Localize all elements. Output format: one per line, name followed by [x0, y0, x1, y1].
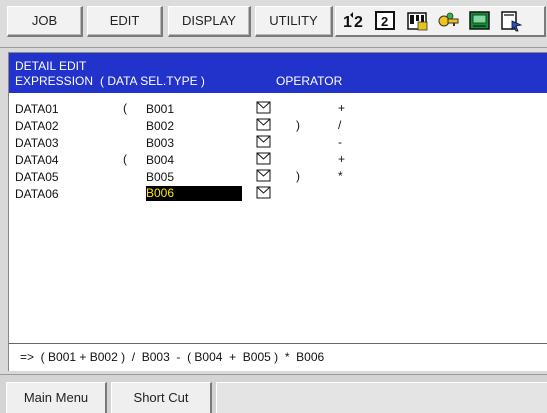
data-sel-type-column-header: ( DATA SEL.TYPE ): [100, 74, 205, 88]
open-paren[interactable]: (: [123, 152, 127, 166]
row-name: DATA01: [15, 102, 59, 116]
data-row-02[interactable]: DATA02 B002 ) /: [9, 117, 547, 134]
status-icon-group: 1 2 2: [335, 6, 546, 37]
sel-type-envelope-icon[interactable]: [256, 118, 271, 131]
close-paren[interactable]: ): [296, 118, 300, 132]
main-menu-button[interactable]: Main Menu: [6, 382, 107, 413]
sel-type-envelope-icon[interactable]: [256, 101, 271, 114]
sel-type-envelope-icon[interactable]: [256, 135, 271, 148]
edit-menu-button[interactable]: EDIT: [87, 6, 163, 37]
memory-card-icon[interactable]: [406, 10, 430, 32]
sel-type-envelope-icon[interactable]: [256, 152, 271, 165]
operator[interactable]: -: [338, 135, 342, 149]
svg-text:2: 2: [381, 14, 388, 29]
open-paren[interactable]: (: [123, 101, 127, 115]
operator[interactable]: +: [338, 152, 345, 166]
utility-menu-button[interactable]: UTILITY: [255, 6, 333, 37]
operator-column-header: OPERATOR: [276, 74, 343, 88]
data-value[interactable]: B001: [146, 102, 174, 116]
data-row-04[interactable]: DATA04 ( B004 +: [9, 151, 547, 168]
job-menu-button[interactable]: JOB: [7, 6, 83, 37]
row-name: DATA06: [15, 187, 59, 201]
row-name: DATA04: [15, 153, 59, 167]
sel-type-envelope-icon[interactable]: [256, 186, 271, 199]
display-screen-icon[interactable]: [468, 10, 492, 32]
top-menu-bar: JOB EDIT DISPLAY UTILITY 1 2 2: [0, 0, 547, 48]
data-row-06[interactable]: DATA06 B006: [9, 185, 547, 202]
operator[interactable]: *: [338, 169, 343, 183]
data-row-05[interactable]: DATA05 B005 ) *: [9, 168, 547, 185]
security-key-icon[interactable]: [436, 10, 460, 32]
panel-header: DETAIL EDIT EXPRESSION ( DATA SEL.TYPE )…: [9, 53, 547, 93]
operator[interactable]: /: [338, 118, 341, 132]
svg-text:1: 1: [343, 14, 352, 31]
display-menu-button[interactable]: DISPLAY: [168, 6, 251, 37]
bottom-bar: Main Menu Short Cut: [0, 374, 547, 413]
svg-text:2: 2: [354, 14, 363, 31]
sel-type-envelope-icon[interactable]: [256, 169, 271, 182]
data-row-03[interactable]: DATA03 B003 -: [9, 134, 547, 151]
short-cut-button[interactable]: Short Cut: [111, 382, 212, 413]
bottom-empty-slot: [216, 382, 547, 413]
data-value[interactable]: B003: [146, 136, 174, 150]
expression-column-header: EXPRESSION: [15, 74, 94, 88]
expression-preview: => ( B001 + B002 ) / B003 - ( B004 + B00…: [9, 343, 547, 369]
close-paren[interactable]: ): [296, 169, 300, 183]
operator[interactable]: +: [338, 101, 345, 115]
data-value[interactable]: B002: [146, 119, 174, 133]
data-value[interactable]: B004: [146, 153, 174, 167]
data-row-01[interactable]: DATA01 ( B001 +: [9, 100, 547, 117]
row-name: DATA02: [15, 119, 59, 133]
data-value-selected[interactable]: B006: [146, 186, 242, 201]
row-name: DATA05: [15, 170, 59, 184]
tool-switch-icon[interactable]: 1 2: [342, 10, 366, 32]
page-cursor-icon[interactable]: [499, 10, 523, 32]
detail-edit-panel: DETAIL EDIT EXPRESSION ( DATA SEL.TYPE )…: [8, 52, 547, 371]
data-value[interactable]: B005: [146, 170, 174, 184]
row-name: DATA03: [15, 136, 59, 150]
job-select-icon[interactable]: 2: [374, 10, 398, 32]
panel-title: DETAIL EDIT: [15, 59, 87, 73]
